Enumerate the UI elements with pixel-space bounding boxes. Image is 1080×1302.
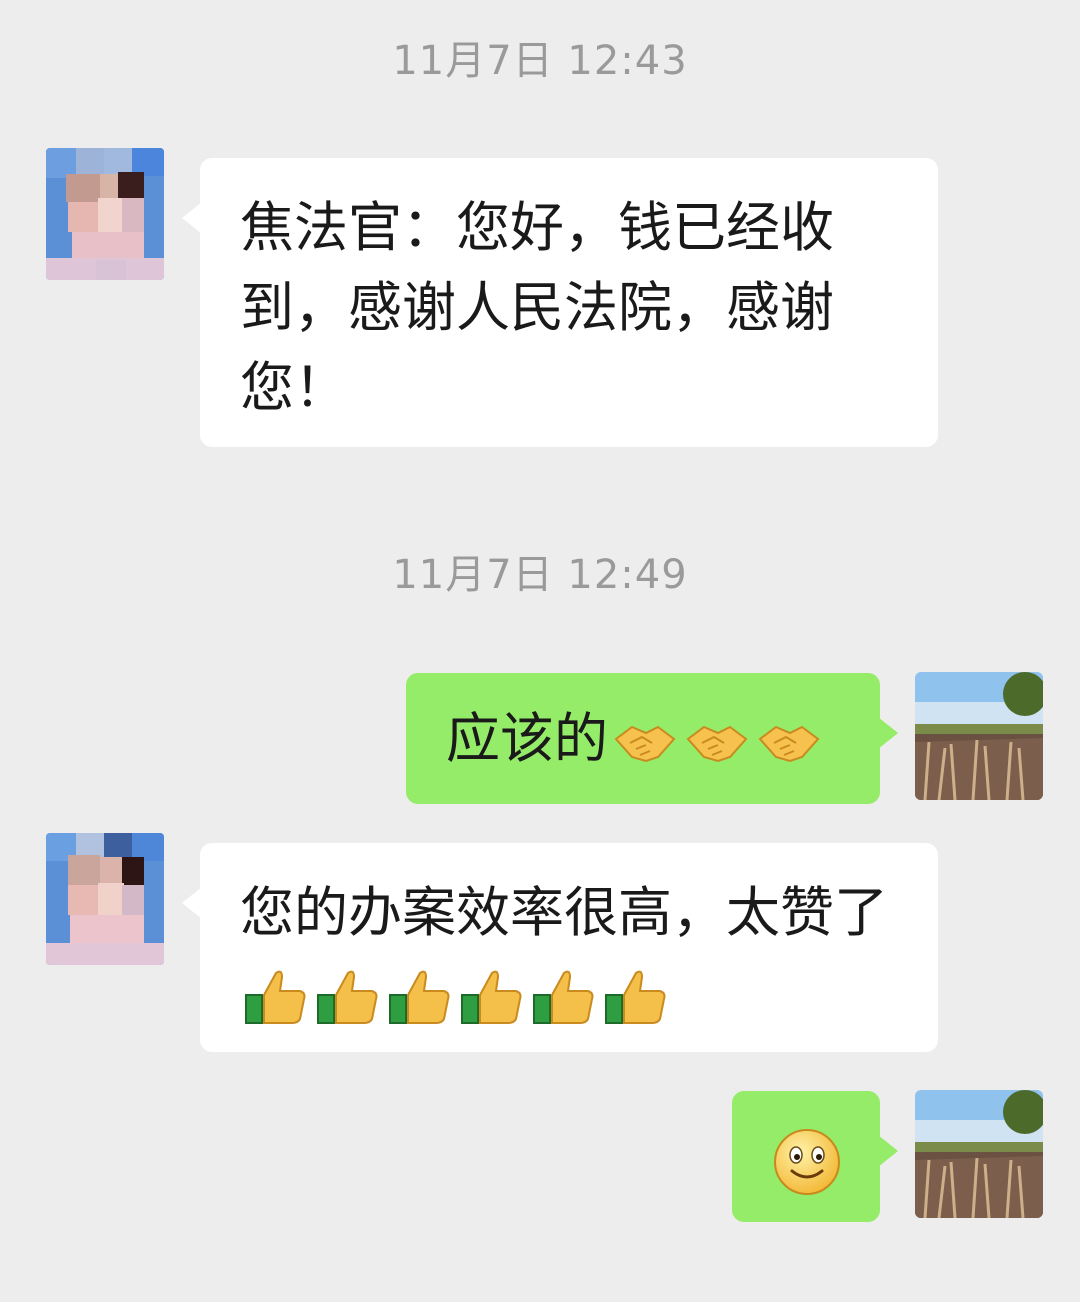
thumbs-up-icon: [245, 971, 306, 1025]
message-text-content: 您的办案效率很高，太赞了: [240, 881, 888, 944]
incoming-message-bubble[interactable]: 焦法官：您好，钱已经收到，感谢人民法院，感谢您！: [182, 158, 938, 447]
thumbs-up-icon: [461, 971, 522, 1025]
outgoing-message-bubble[interactable]: [732, 1091, 898, 1222]
thumbs-up-icon: [533, 971, 594, 1025]
self-avatar[interactable]: [915, 1090, 1043, 1218]
contact-avatar[interactable]: [46, 833, 164, 965]
thumbs-up-icon: [605, 971, 666, 1025]
incoming-message-bubble[interactable]: 您的办案效率很高，太赞了: [182, 843, 938, 1052]
handshake-icon: [614, 726, 676, 763]
message-text: 焦法官：您好，钱已经收到，感谢人民法院，感谢您！: [240, 196, 834, 419]
message-text: 您的办案效率很高，太赞了: [240, 873, 900, 1033]
handshake-emoji-group: [612, 717, 822, 767]
outgoing-message-bubble[interactable]: 应该的: [406, 673, 898, 804]
contact-avatar[interactable]: [46, 148, 164, 280]
self-avatar[interactable]: [915, 672, 1043, 800]
thumbs-up-emoji-group: [244, 965, 670, 1027]
handshake-icon: [686, 726, 748, 763]
timestamp: 11月7日 12:49: [392, 552, 688, 598]
thumbs-up-icon: [317, 971, 378, 1025]
thumbs-up-icon: [389, 971, 450, 1025]
handshake-icon: [758, 726, 820, 763]
timestamp: 11月7日 12:43: [392, 38, 688, 84]
smiley-icon: [774, 1129, 840, 1195]
message-text: 应该的: [446, 707, 608, 770]
